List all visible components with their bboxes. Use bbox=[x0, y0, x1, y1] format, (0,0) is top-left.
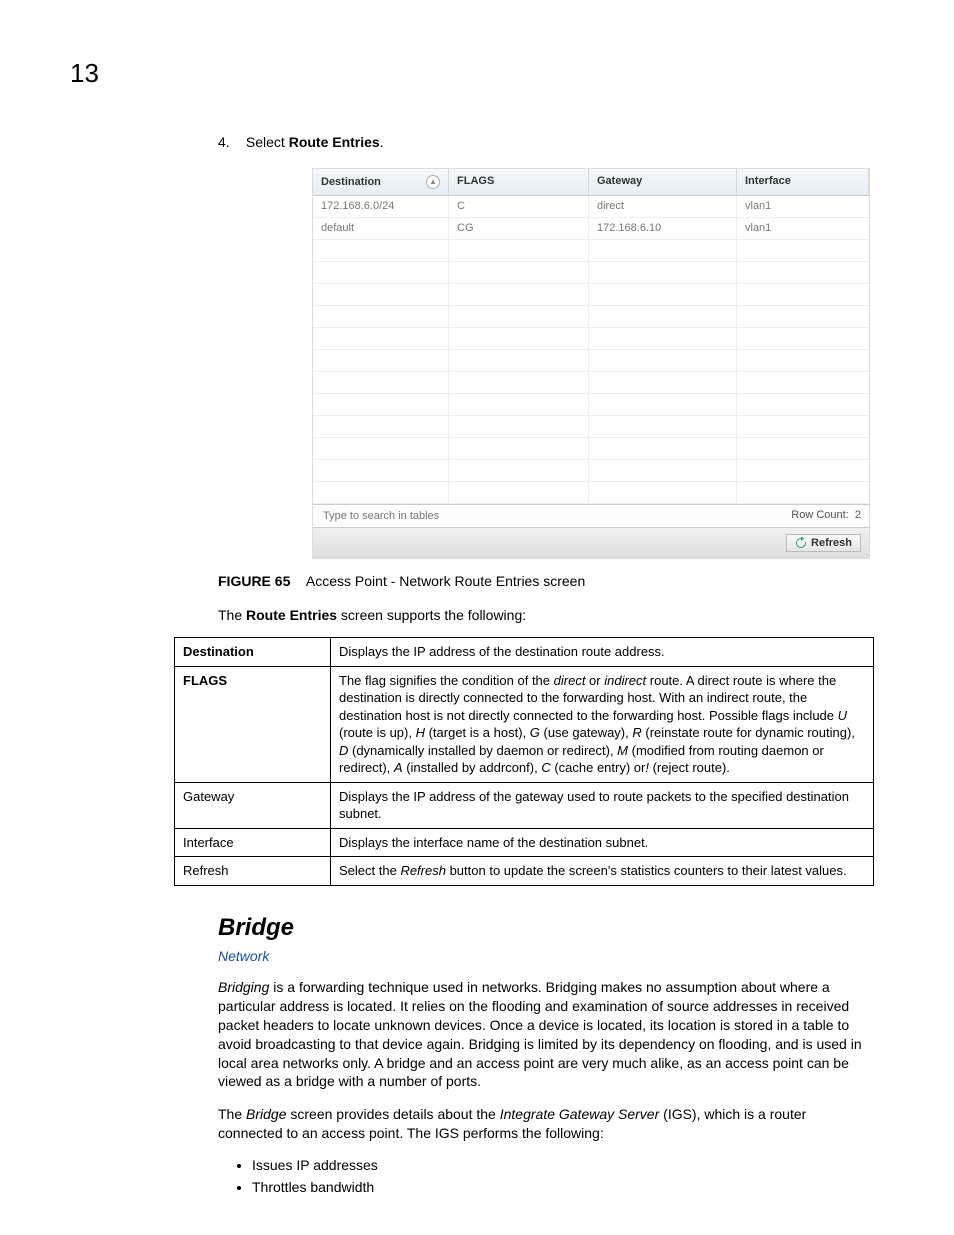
desc-row: DestinationDisplays the IP address of th… bbox=[175, 638, 874, 667]
row-count-value: 2 bbox=[855, 509, 861, 521]
desc-text: Displays the interface name of the desti… bbox=[331, 828, 874, 857]
desc-field: Refresh bbox=[175, 857, 331, 886]
table-search-row: Row Count: 2 bbox=[313, 504, 869, 527]
list-item: Issues IP addresses bbox=[252, 1157, 872, 1173]
step-prefix: Select bbox=[246, 134, 289, 150]
figure-text: Access Point - Network Route Entries scr… bbox=[306, 573, 585, 589]
table-row-empty bbox=[313, 394, 869, 416]
column-flags[interactable]: FLAGS bbox=[449, 169, 589, 195]
support-post: screen supports the following: bbox=[337, 607, 526, 623]
table-row-empty bbox=[313, 460, 869, 482]
table-row-empty bbox=[313, 262, 869, 284]
route-entries-panel: Destination ▲ FLAGS Gateway Interface 17… bbox=[312, 168, 870, 559]
step-number: 4. bbox=[218, 134, 242, 150]
list-item: Throttles bandwidth bbox=[252, 1179, 872, 1195]
table-row-empty bbox=[313, 438, 869, 460]
cell-gateway: 172.168.6.10 bbox=[589, 218, 737, 239]
section-heading-bridge: Bridge bbox=[218, 914, 872, 942]
panel-footer: Refresh bbox=[313, 527, 869, 558]
desc-row: RefreshSelect the Refresh button to upda… bbox=[175, 857, 874, 886]
support-pre: The bbox=[218, 607, 246, 623]
desc-field: Destination bbox=[175, 638, 331, 667]
cell-interface: vlan1 bbox=[737, 218, 869, 239]
step-bold: Route Entries bbox=[289, 134, 380, 150]
table-row-empty bbox=[313, 372, 869, 394]
route-entries-screenshot: Destination ▲ FLAGS Gateway Interface 17… bbox=[218, 168, 872, 559]
refresh-button[interactable]: Refresh bbox=[786, 534, 861, 552]
bridge-paragraph-2: The Bridge screen provides details about… bbox=[218, 1105, 872, 1143]
desc-text: The flag signifies the condition of the … bbox=[331, 666, 874, 782]
row-count: Row Count: 2 bbox=[791, 509, 861, 523]
table-row-empty bbox=[313, 240, 869, 262]
table-row-empty bbox=[313, 284, 869, 306]
column-destination-label: Destination bbox=[321, 176, 381, 188]
desc-field: FLAGS bbox=[175, 666, 331, 782]
column-interface[interactable]: Interface bbox=[737, 169, 869, 195]
content-area: 4. Select Route Entries. Destination ▲ F… bbox=[218, 134, 872, 1201]
support-bold: Route Entries bbox=[246, 607, 337, 623]
sort-ascending-icon[interactable]: ▲ bbox=[426, 175, 440, 189]
cell-destination: default bbox=[313, 218, 449, 239]
column-gateway[interactable]: Gateway bbox=[589, 169, 737, 195]
table-row[interactable]: 172.168.6.0/24Cdirectvlan1 bbox=[313, 196, 869, 218]
description-table: DestinationDisplays the IP address of th… bbox=[174, 637, 874, 886]
column-destination[interactable]: Destination ▲ bbox=[313, 169, 449, 195]
table-row-empty bbox=[313, 416, 869, 438]
refresh-icon bbox=[795, 537, 807, 549]
route-table-header: Destination ▲ FLAGS Gateway Interface bbox=[313, 169, 869, 196]
step-4: 4. Select Route Entries. bbox=[218, 134, 872, 150]
table-row-empty bbox=[313, 328, 869, 350]
figure-caption: FIGURE 65 Access Point - Network Route E… bbox=[218, 573, 872, 589]
bridge-paragraph-1: Bridging is a forwarding technique used … bbox=[218, 978, 872, 1091]
figure-label: FIGURE 65 bbox=[218, 573, 290, 589]
cell-flags: CG bbox=[449, 218, 589, 239]
search-input[interactable] bbox=[321, 509, 521, 523]
table-row-empty bbox=[313, 306, 869, 328]
cell-interface: vlan1 bbox=[737, 196, 869, 217]
support-line: The Route Entries screen supports the fo… bbox=[218, 607, 872, 623]
table-row[interactable]: defaultCG172.168.6.10vlan1 bbox=[313, 218, 869, 240]
desc-row: GatewayDisplays the IP address of the ga… bbox=[175, 782, 874, 828]
desc-row: FLAGSThe flag signifies the condition of… bbox=[175, 666, 874, 782]
refresh-button-label: Refresh bbox=[811, 537, 852, 549]
desc-text: Displays the IP address of the gateway u… bbox=[331, 782, 874, 828]
step-suffix: . bbox=[380, 134, 384, 150]
table-row-empty bbox=[313, 350, 869, 372]
igs-bullets: Issues IP addresses Throttles bandwidth bbox=[218, 1157, 872, 1195]
network-link[interactable]: Network bbox=[218, 948, 872, 964]
desc-text: Select the Refresh button to update the … bbox=[331, 857, 874, 886]
page-number: 13 bbox=[70, 58, 99, 89]
table-row-empty bbox=[313, 482, 869, 504]
cell-destination: 172.168.6.0/24 bbox=[313, 196, 449, 217]
desc-text: Displays the IP address of the destinati… bbox=[331, 638, 874, 667]
desc-row: InterfaceDisplays the interface name of … bbox=[175, 828, 874, 857]
cell-gateway: direct bbox=[589, 196, 737, 217]
route-table-body: 172.168.6.0/24Cdirectvlan1defaultCG172.1… bbox=[313, 196, 869, 504]
desc-field: Interface bbox=[175, 828, 331, 857]
row-count-label: Row Count: bbox=[791, 509, 848, 521]
cell-flags: C bbox=[449, 196, 589, 217]
desc-field: Gateway bbox=[175, 782, 331, 828]
